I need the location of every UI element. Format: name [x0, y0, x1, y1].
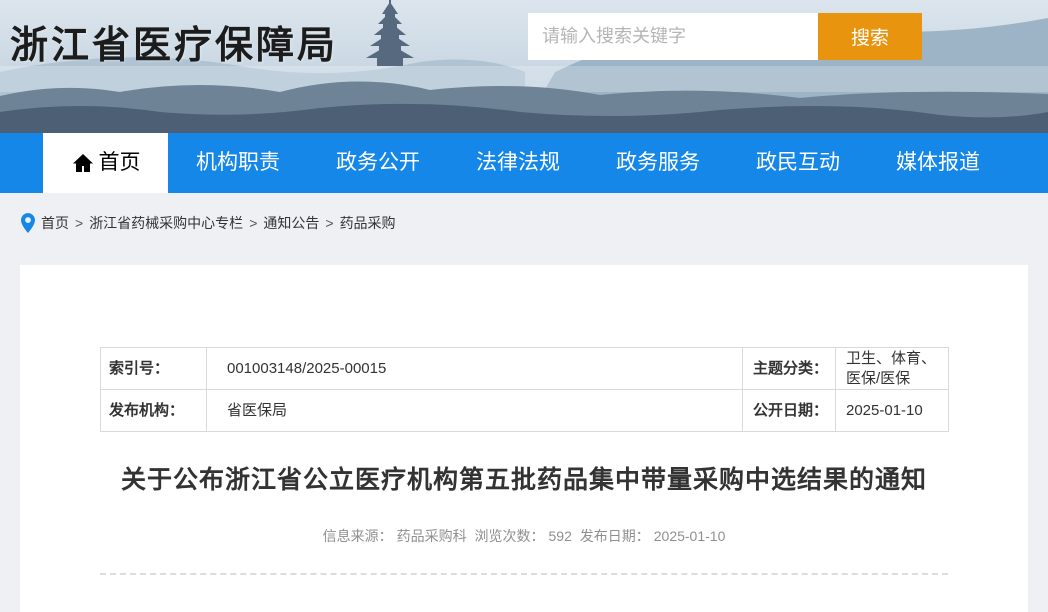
main-nav: 首页 机构职责 政务公开 法律法规 政务服务 政民互动 媒体报道	[0, 133, 1048, 193]
dashed-divider	[100, 573, 948, 575]
page: 浙江省医疗保障局 搜索 首页 机构职责 政务公开 法律法规 政务服务 政民互动	[0, 0, 1048, 612]
breadcrumb: 首页 > 浙江省药械采购中心专栏 > 通知公告 > 药品采购	[0, 193, 1048, 235]
site-header: 浙江省医疗保障局 搜索	[0, 0, 1048, 133]
nav-item-label: 法律法规	[476, 133, 560, 193]
breadcrumb-separator: >	[249, 215, 257, 231]
breadcrumb-item-procurement-center[interactable]: 浙江省药械采购中心专栏	[89, 213, 243, 233]
views-value: 592	[549, 528, 572, 544]
article-card: 索引号： 001003148/2025-00015 主题分类： 卫生、体育、医保…	[20, 265, 1028, 612]
document-info-table: 索引号： 001003148/2025-00015 主题分类： 卫生、体育、医保…	[100, 347, 949, 432]
nav-item-gov-disclosure[interactable]: 政务公开	[308, 133, 448, 193]
nav-item-label: 政民互动	[756, 133, 840, 193]
breadcrumb-item-home[interactable]: 首页	[41, 213, 69, 233]
issuing-agency-label: 发布机构：	[101, 390, 207, 432]
home-icon	[71, 151, 95, 175]
source-label: 信息来源：	[323, 528, 393, 544]
nav-item-interaction[interactable]: 政民互动	[728, 133, 868, 193]
nav-item-laws[interactable]: 法律法规	[448, 133, 588, 193]
search-box: 搜索	[528, 13, 922, 60]
table-row: 发布机构： 省医保局 公开日期： 2025-01-10	[101, 390, 949, 432]
table-row: 索引号： 001003148/2025-00015 主题分类： 卫生、体育、医保…	[101, 348, 949, 390]
index-number-label: 索引号：	[101, 348, 207, 390]
breadcrumb-separator: >	[325, 215, 333, 231]
location-pin-icon	[21, 213, 35, 233]
index-number-value: 001003148/2025-00015	[207, 348, 743, 390]
nav-item-gov-services[interactable]: 政务服务	[588, 133, 728, 193]
nav-item-label: 机构职责	[196, 133, 280, 193]
publish-date-value: 2025-01-10	[836, 390, 949, 432]
nav-item-label: 媒体报道	[896, 133, 980, 193]
nav-item-duties[interactable]: 机构职责	[168, 133, 308, 193]
topic-category-value: 卫生、体育、医保/医保	[836, 348, 949, 390]
issuing-agency-value: 省医保局	[207, 390, 743, 432]
date-label: 发布日期：	[580, 528, 650, 544]
publish-date-label: 公开日期：	[743, 390, 836, 432]
nav-item-home[interactable]: 首页	[43, 133, 168, 193]
search-button[interactable]: 搜索	[818, 13, 922, 60]
site-title: 浙江省医疗保障局	[10, 14, 338, 69]
search-input[interactable]	[528, 13, 818, 60]
topic-category-label: 主题分类：	[743, 348, 836, 390]
nav-item-label: 政务公开	[336, 133, 420, 193]
breadcrumb-item-drug-procurement[interactable]: 药品采购	[340, 213, 396, 233]
date-value: 2025-01-10	[654, 528, 726, 544]
nav-item-media[interactable]: 媒体报道	[868, 133, 1008, 193]
breadcrumb-separator: >	[75, 215, 83, 231]
nav-item-label: 首页	[99, 133, 141, 193]
article-title: 关于公布浙江省公立医疗机构第五批药品集中带量采购中选结果的通知	[100, 460, 948, 496]
article-meta: 信息来源：药品采购科 浏览次数：592 发布日期：2025-01-10	[100, 526, 948, 546]
views-label: 浏览次数：	[475, 528, 545, 544]
breadcrumb-item-notices[interactable]: 通知公告	[263, 213, 319, 233]
nav-item-label: 政务服务	[616, 133, 700, 193]
source-value: 药品采购科	[397, 528, 467, 544]
